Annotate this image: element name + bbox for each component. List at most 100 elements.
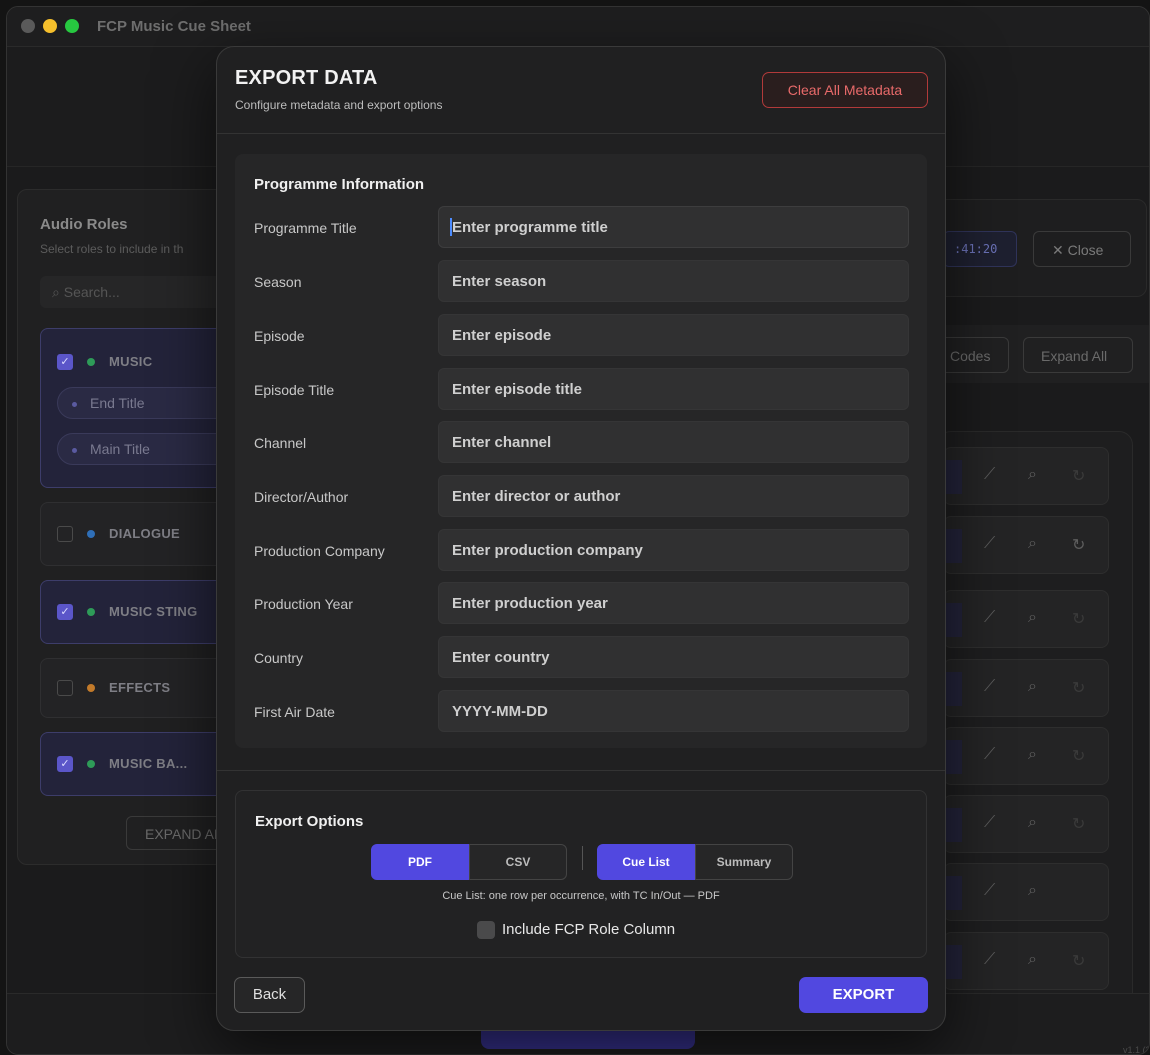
search-icon[interactable]: ⌕	[1028, 609, 1037, 627]
search-icon[interactable]: ⌕	[1028, 746, 1037, 764]
field-label-programme-title: Programme Title	[254, 220, 357, 236]
cue-row[interactable]: ⟋ ⌕ ↻	[943, 659, 1109, 717]
role-name: MUSIC BA...	[109, 756, 188, 771]
field-label-episode: Episode	[254, 328, 305, 344]
reset-icon[interactable]: ↻	[1072, 535, 1085, 555]
channel-input[interactable]	[438, 421, 909, 463]
search-icon[interactable]: ⌕	[1028, 535, 1037, 553]
edit-icon[interactable]: ⟋	[984, 882, 995, 900]
text-caret	[450, 218, 452, 236]
sub-role-main-title[interactable]: Main Title	[57, 433, 237, 465]
sub-role-end-title[interactable]: End Title	[57, 387, 237, 419]
episode-input[interactable]	[438, 314, 909, 356]
expand-all-cues-button[interactable]: Expand All	[1023, 337, 1133, 373]
dialog-subtitle: Configure metadata and export options	[235, 98, 443, 112]
reset-icon[interactable]: ↻	[1072, 746, 1085, 766]
minimize-window-button[interactable]	[43, 19, 57, 33]
role-card-music[interactable]: ✓ MUSIC End Title Main Title	[40, 328, 240, 488]
role-checkbox[interactable]: ✓	[57, 354, 73, 370]
section-heading: Export Options	[255, 813, 364, 830]
cue-row[interactable]: ⟋ ⌕ ↻	[943, 516, 1109, 574]
search-icon[interactable]: ⌕	[1028, 951, 1037, 969]
role-name: EFFECTS	[109, 680, 171, 695]
format-csv-toggle[interactable]: CSV	[469, 844, 567, 880]
footer-primary-button[interactable]	[481, 1031, 695, 1049]
reset-icon[interactable]: ↻	[1072, 609, 1085, 629]
production-company-input[interactable]	[438, 529, 909, 571]
first-air-date-input[interactable]	[438, 690, 909, 732]
role-name: DIALOGUE	[109, 526, 181, 541]
role-name: MUSIC	[109, 354, 153, 369]
reset-icon[interactable]: ↻	[1072, 466, 1085, 486]
season-input[interactable]	[438, 260, 909, 302]
cue-row[interactable]: ⟋ ⌕ ↻	[943, 590, 1109, 648]
back-button[interactable]: Back	[234, 977, 305, 1013]
roles-subtitle: Select roles to include in th	[40, 242, 184, 256]
cue-row[interactable]: ⟋ ⌕ ↻	[943, 932, 1109, 990]
country-input[interactable]	[438, 636, 909, 678]
edit-icon[interactable]: ⟋	[984, 466, 995, 484]
production-year-input[interactable]	[438, 582, 909, 624]
timecode-display: :41:20	[943, 231, 1017, 267]
include-role-column-label[interactable]: Include FCP Role Column	[502, 921, 675, 938]
edit-icon[interactable]: ⟋	[984, 951, 995, 969]
role-color-dot	[87, 684, 95, 692]
edit-icon[interactable]: ⟋	[984, 814, 995, 832]
role-checkbox[interactable]: ✓	[57, 756, 73, 772]
role-color-dot	[87, 530, 95, 538]
layout-summary-toggle[interactable]: Summary	[695, 844, 793, 880]
role-color-dot	[87, 358, 95, 366]
edit-icon[interactable]: ⟋	[984, 746, 995, 764]
search-icon[interactable]: ⌕	[1028, 814, 1037, 832]
search-icon[interactable]: ⌕	[1028, 466, 1037, 484]
field-label-director-author: Director/Author	[254, 489, 349, 505]
cue-row[interactable]: ⟋ ⌕ ↻	[943, 727, 1109, 785]
reset-icon[interactable]: ↻	[1072, 678, 1085, 698]
role-name: MUSIC STING	[109, 604, 198, 619]
role-checkbox[interactable]	[57, 526, 73, 542]
search-placeholder: Search...	[63, 284, 120, 300]
cue-row[interactable]: ⟋ ⌕ ↻	[943, 447, 1109, 505]
edit-icon[interactable]: ⟋	[984, 609, 995, 627]
window-title: FCP Music Cue Sheet	[97, 18, 251, 35]
codes-button[interactable]: Codes	[937, 337, 1009, 373]
zoom-window-button[interactable]	[65, 19, 79, 33]
search-icon[interactable]: ⌕	[1028, 678, 1037, 696]
reset-icon[interactable]: ↻	[1072, 814, 1085, 834]
role-checkbox[interactable]: ✓	[57, 604, 73, 620]
director-author-input[interactable]	[438, 475, 909, 517]
role-card-music-sting[interactable]: ✓ MUSIC STING	[40, 580, 240, 644]
roles-search-input[interactable]: ⌕ Search...	[40, 276, 240, 308]
version-label: v1.1 (2	[1123, 1045, 1150, 1055]
role-card-music-ba[interactable]: ✓ MUSIC BA...	[40, 732, 240, 796]
programme-title-input[interactable]	[438, 206, 909, 248]
export-button[interactable]: EXPORT	[799, 977, 928, 1013]
edit-icon[interactable]: ⟋	[984, 535, 995, 553]
field-label-season: Season	[254, 274, 302, 290]
roles-title: Audio Roles	[40, 216, 128, 233]
role-color-dot	[87, 760, 95, 768]
segment-divider	[582, 846, 583, 870]
section-divider	[217, 770, 945, 771]
format-pdf-toggle[interactable]: PDF	[371, 844, 469, 880]
edit-icon[interactable]: ⟋	[984, 678, 995, 696]
close-window-button[interactable]	[21, 19, 35, 33]
reset-icon[interactable]: ↻	[1072, 951, 1085, 971]
field-label-first-air-date: First Air Date	[254, 704, 335, 720]
episode-title-input[interactable]	[438, 368, 909, 410]
field-label-episode-title: Episode Title	[254, 382, 335, 398]
close-button[interactable]: ✕ Close	[1033, 231, 1131, 267]
cue-row[interactable]: ⟋ ⌕ ↻	[943, 795, 1109, 853]
search-icon: ⌕	[52, 284, 64, 300]
role-color-dot	[87, 608, 95, 616]
include-role-column-checkbox[interactable]	[477, 921, 495, 939]
cue-row[interactable]: ⟋ ⌕	[943, 863, 1109, 921]
export-options-section: Export Options PDF CSV Cue List Summary …	[235, 790, 927, 958]
layout-cue-list-toggle[interactable]: Cue List	[597, 844, 695, 880]
role-checkbox[interactable]	[57, 680, 73, 696]
clear-all-metadata-button[interactable]: Clear All Metadata	[762, 72, 928, 108]
role-card-effects[interactable]: EFFECTS	[40, 658, 240, 718]
role-card-dialogue[interactable]: DIALOGUE	[40, 502, 240, 566]
search-icon[interactable]: ⌕	[1028, 882, 1037, 900]
dialog-title: EXPORT DATA	[235, 67, 378, 89]
